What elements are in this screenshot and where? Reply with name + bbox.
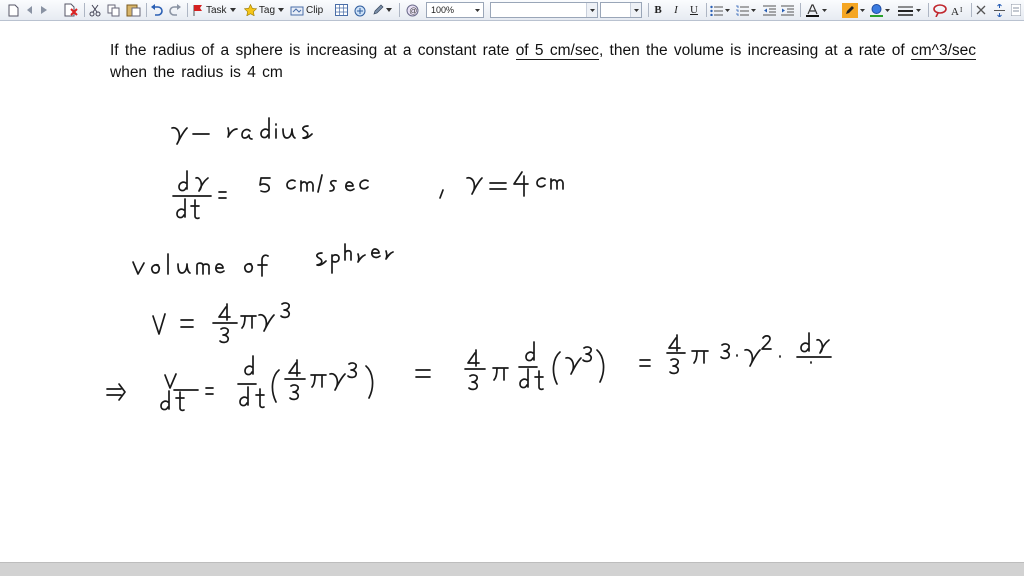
ink-line-volume-of-sphere	[132, 243, 394, 277]
ink-line-given-rate	[172, 170, 564, 220]
ink-line-radius-definition	[171, 117, 313, 145]
ink-line-derivative	[106, 332, 832, 412]
status-bar	[0, 562, 1024, 576]
ink-line-volume-formula	[152, 302, 291, 344]
handwritten-solution	[106, 117, 832, 412]
